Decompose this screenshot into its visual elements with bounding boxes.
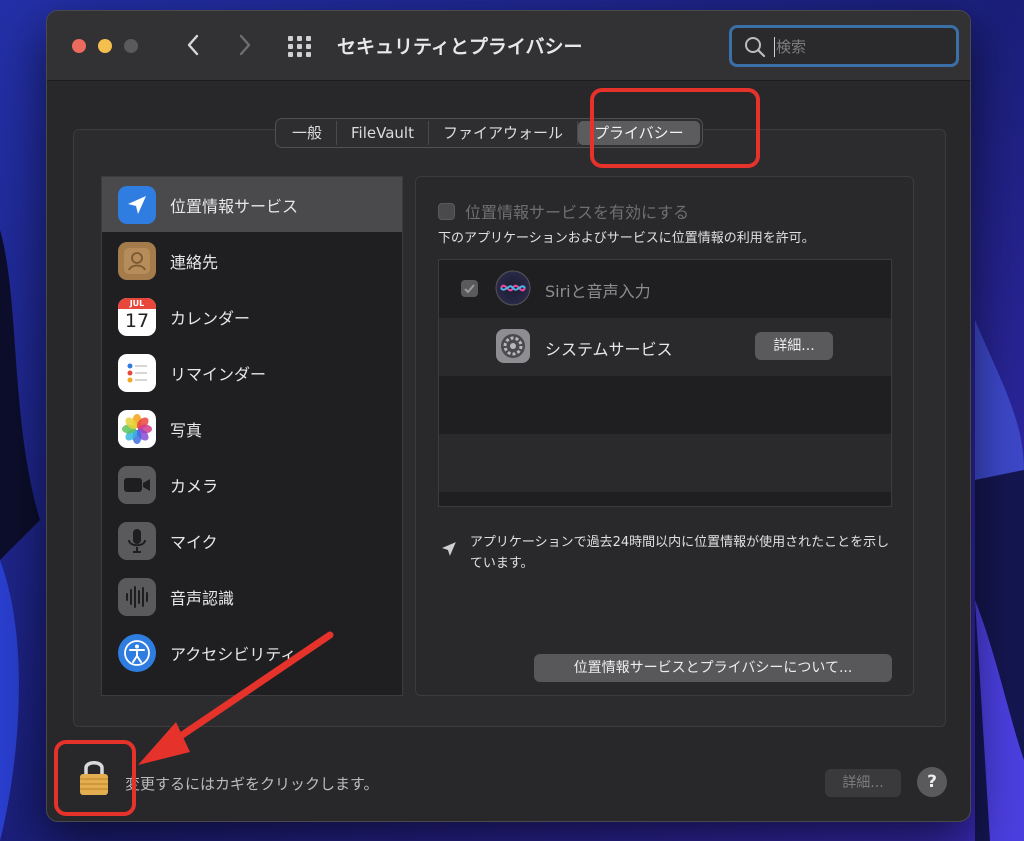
app-label: システムサービス [545, 340, 673, 359]
microphone-icon [118, 521, 156, 560]
sidebar-item-calendar[interactable]: JUL 17 カレンダー [102, 289, 402, 344]
list-item-empty [439, 434, 891, 492]
sidebar-item-location-services[interactable]: 位置情報サービス [102, 177, 402, 232]
contacts-icon [118, 241, 156, 280]
system-preferences-window: セキュリティとプライバシー 一般 FileVault ファイアウォール プライバ… [46, 10, 971, 822]
search-input[interactable] [776, 34, 946, 60]
calendar-month: JUL [118, 297, 156, 309]
tab-general[interactable]: 一般 [278, 121, 338, 145]
sidebar-item-label: カメラ [170, 476, 219, 496]
enable-location-services-row: 位置情報サービスを有効にする [438, 199, 689, 223]
list-item-empty [439, 376, 891, 434]
sidebar-item-microphone[interactable]: マイク [102, 513, 402, 568]
notice-text: アプリケーションで過去24時間以内に位置情報が使用されたことを示しています。 [469, 535, 890, 571]
forward-button[interactable] [231, 31, 259, 59]
advanced-details-button[interactable]: 詳細... [825, 769, 901, 797]
app-location-list: Siriと音声入力 システムサービス 詳細... [438, 259, 892, 507]
search-icon [745, 37, 766, 58]
sidebar-item-reminders[interactable]: リマインダー [102, 345, 402, 400]
checkmark-icon [464, 284, 475, 294]
help-button[interactable]: ? [917, 767, 947, 797]
sidebar-item-label: カレンダー [170, 308, 251, 328]
enable-location-services-checkbox[interactable] [438, 202, 455, 220]
sidebar-item-label: 位置情報サービス [170, 196, 299, 216]
show-all-grid-icon[interactable] [285, 33, 315, 59]
recent-usage-notice: アプリケーションで過去24時間以内に位置情報が使用されたことを示しています。 [440, 532, 900, 574]
allow-description: 下のアプリケーションおよびサービスに位置情報の利用を許可。 [438, 231, 815, 246]
sidebar-item-contacts[interactable]: 連絡先 [102, 233, 402, 288]
list-item: Siriと音声入力 [439, 260, 891, 318]
text-caret [774, 37, 775, 57]
about-location-privacy-button[interactable]: 位置情報サービスとプライバシーについて... [534, 654, 892, 682]
privacy-category-list: 位置情報サービス 連絡先 JUL 17 カレンダー リマインダー 写真 カメラ … [101, 176, 403, 696]
speech-recognition-icon [118, 577, 156, 616]
search-field[interactable] [729, 25, 959, 67]
zoom-window-button[interactable] [124, 39, 138, 53]
camera-icon [118, 465, 156, 504]
annotation-highlight-privacy-tab [590, 88, 760, 168]
calendar-icon: JUL 17 [118, 297, 156, 336]
sidebar-item-speech-recognition[interactable]: 音声認識 [102, 569, 402, 624]
back-button[interactable] [179, 31, 207, 59]
window-title: セキュリティとプライバシー [337, 36, 583, 58]
sidebar-item-label: 連絡先 [170, 252, 219, 272]
sidebar-item-label: 写真 [170, 420, 203, 440]
location-services-panel: 位置情報サービスを有効にする 下のアプリケーションおよびサービスに位置情報の利用… [415, 176, 914, 696]
app-label: Siriと音声入力 [545, 282, 651, 301]
sidebar-item-label: 音声認識 [170, 588, 235, 608]
sidebar-item-label: マイク [170, 532, 218, 552]
siri-checkbox[interactable] [461, 280, 478, 297]
location-arrow-icon [441, 542, 456, 556]
accessibility-icon [118, 633, 156, 672]
sidebar-item-photos[interactable]: 写真 [102, 401, 402, 456]
chevron-right-icon [239, 34, 251, 56]
system-services-icon [495, 328, 531, 364]
sidebar-item-label: アクセシビリティ [170, 644, 297, 664]
location-arrow-icon [118, 185, 156, 224]
photos-icon [118, 409, 156, 448]
tab-filevault[interactable]: FileVault [337, 121, 429, 145]
titlebar: セキュリティとプライバシー [47, 11, 970, 81]
sidebar-item-label: リマインダー [170, 364, 267, 384]
siri-icon [495, 270, 531, 306]
system-services-details-button[interactable]: 詳細... [755, 332, 833, 360]
chevron-left-icon [187, 34, 199, 56]
close-window-button[interactable] [72, 39, 86, 53]
sidebar-item-camera[interactable]: カメラ [102, 457, 402, 512]
sidebar-item-accessibility[interactable]: アクセシビリティ [102, 625, 402, 680]
calendar-day: 17 [124, 309, 150, 332]
annotation-highlight-lock [54, 740, 136, 816]
tab-firewall[interactable]: ファイアウォール [429, 121, 578, 145]
enable-location-services-label: 位置情報サービスを有効にする [465, 203, 690, 222]
minimize-window-button[interactable] [98, 39, 112, 53]
lock-label: 変更するにはカギをクリックします。 [125, 775, 379, 793]
list-item: システムサービス 詳細... [439, 318, 891, 376]
reminders-icon [118, 353, 156, 392]
